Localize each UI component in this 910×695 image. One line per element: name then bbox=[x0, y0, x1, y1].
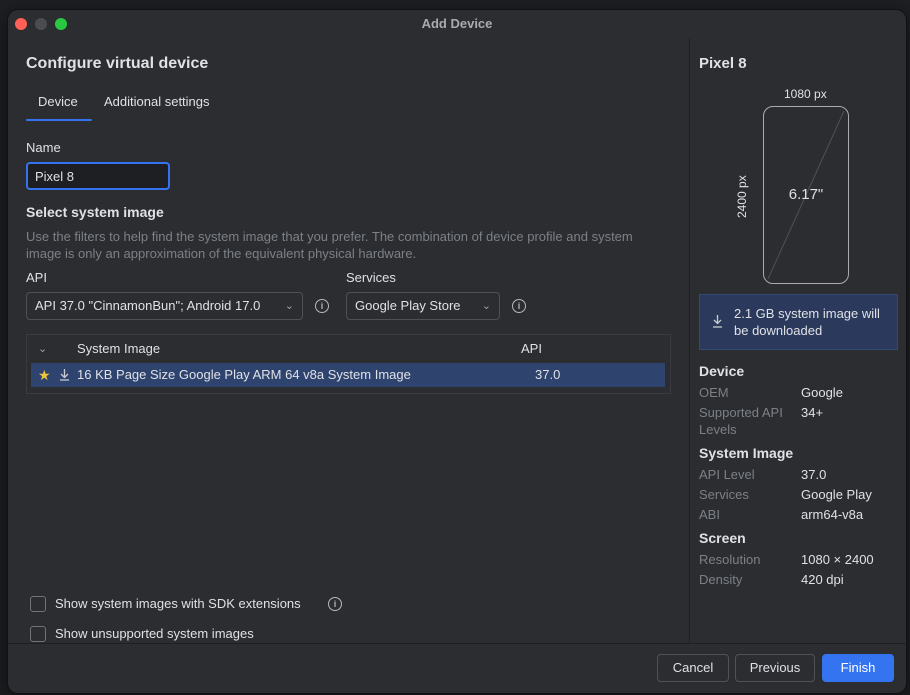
download-icon bbox=[711, 314, 724, 333]
services-label: Services bbox=[699, 487, 749, 502]
system-image-description: Use the filters to help find the system … bbox=[26, 229, 633, 261]
api-levels-value: 34+ bbox=[801, 405, 824, 420]
finish-button[interactable]: Finish bbox=[822, 654, 894, 682]
table-row[interactable]: ★ 16 KB Page Size Google Play ARM 64 v8a… bbox=[31, 363, 665, 387]
services-filter-value: Google Play Store bbox=[355, 298, 461, 313]
api-level-value: 37.0 bbox=[801, 467, 827, 482]
selected-tab-indicator bbox=[26, 119, 92, 121]
tab-additional-settings[interactable]: Additional settings bbox=[104, 94, 210, 109]
system-image-api: 37.0 bbox=[535, 367, 561, 382]
screen-height-label: 2400 px bbox=[735, 175, 749, 218]
info-icon[interactable]: i bbox=[512, 299, 526, 313]
info-icon[interactable]: i bbox=[328, 597, 342, 611]
oem-value: Google bbox=[801, 385, 843, 400]
dialog-footer: Cancel Previous Finish bbox=[8, 643, 906, 693]
device-name: Pixel 8 bbox=[699, 55, 747, 72]
system-image-name: 16 KB Page Size Google Play ARM 64 v8a S… bbox=[77, 367, 411, 382]
services-filter-label: Services bbox=[346, 270, 396, 285]
system-image-section-title: System Image bbox=[699, 445, 794, 461]
api-level-label: API Level bbox=[699, 467, 755, 482]
density-label: Density bbox=[699, 572, 743, 587]
name-label: Name bbox=[26, 140, 61, 155]
chevron-down-icon: ⌄ bbox=[481, 300, 491, 312]
api-filter-label: API bbox=[26, 270, 47, 285]
column-header-api[interactable]: API bbox=[521, 335, 542, 363]
name-field[interactable] bbox=[26, 162, 170, 190]
sdk-extensions-label[interactable]: Show system images with SDK extensions bbox=[55, 596, 301, 611]
page-title: Configure virtual device bbox=[26, 55, 209, 72]
add-device-dialog: Add Device Configure virtual device Devi… bbox=[8, 10, 906, 693]
abi-value: arm64-v8a bbox=[801, 507, 864, 522]
device-section-title: Device bbox=[699, 363, 745, 379]
oem-label: OEM bbox=[699, 385, 729, 400]
sdk-extensions-checkbox[interactable] bbox=[30, 596, 46, 612]
screen-width-label: 1080 px bbox=[784, 87, 827, 101]
resolution-value: 1080 × 2400 bbox=[801, 552, 874, 567]
api-filter-dropdown[interactable]: API 37.0 "CinnamonBun"; Android 17.0 ⌄ bbox=[26, 292, 303, 320]
resolution-label: Resolution bbox=[699, 552, 761, 567]
download-notice-text: 2.1 GB system image will be downloaded bbox=[734, 306, 880, 338]
title-bar: Add Device bbox=[8, 10, 906, 38]
previous-button[interactable]: Previous bbox=[735, 654, 815, 682]
api-filter-value: API 37.0 "CinnamonBun"; Android 17.0 bbox=[35, 298, 261, 313]
phone-outline: 6.17" bbox=[763, 106, 849, 284]
density-value: 420 dpi bbox=[801, 572, 844, 587]
download-icon bbox=[58, 363, 71, 387]
screen-diagonal: 6.17" bbox=[788, 186, 824, 203]
screen-section-title: Screen bbox=[699, 530, 746, 546]
select-system-image-heading: Select system image bbox=[26, 204, 164, 220]
system-image-table: ⌄ System Image API ★ 16 KB Page Size Goo… bbox=[26, 334, 671, 394]
chevron-down-icon: ⌄ bbox=[284, 300, 294, 312]
download-notice: 2.1 GB system image will be downloaded bbox=[699, 294, 898, 350]
device-summary-panel: Pixel 8 1080 px 6.17" 2400 px 2.1 GB sys… bbox=[689, 38, 906, 643]
abi-label: ABI bbox=[699, 507, 720, 522]
services-filter-dropdown[interactable]: Google Play Store ⌄ bbox=[346, 292, 500, 320]
star-icon[interactable]: ★ bbox=[38, 363, 51, 387]
configure-panel: Configure virtual device Device Addition… bbox=[8, 38, 689, 643]
window-title: Add Device bbox=[421, 16, 493, 31]
unsupported-images-checkbox[interactable] bbox=[30, 626, 46, 642]
tab-device[interactable]: Device bbox=[38, 94, 78, 109]
column-header-system-image[interactable]: System Image bbox=[77, 335, 160, 363]
unsupported-images-label[interactable]: Show unsupported system images bbox=[55, 626, 254, 641]
api-levels-label: Supported API Levels bbox=[699, 405, 783, 437]
info-icon[interactable]: i bbox=[315, 299, 329, 313]
cancel-button[interactable]: Cancel bbox=[657, 654, 729, 682]
chevron-down-icon[interactable]: ⌄ bbox=[38, 335, 47, 363]
services-value: Google Play bbox=[801, 487, 872, 502]
